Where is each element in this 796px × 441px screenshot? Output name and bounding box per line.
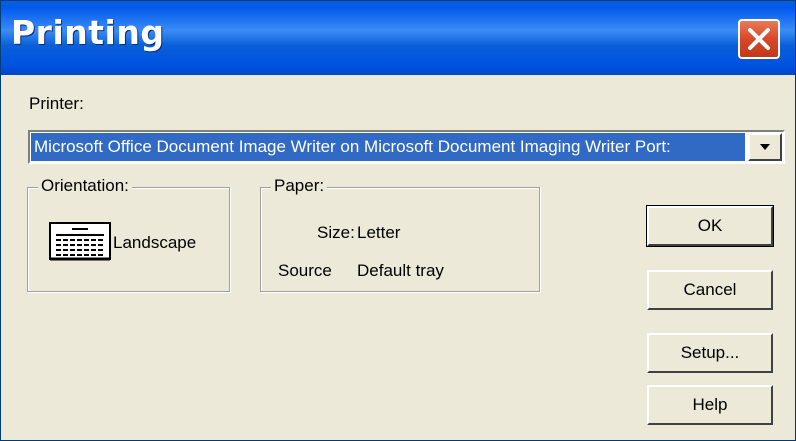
setup-button[interactable]: Setup... xyxy=(647,333,773,373)
printing-dialog: Printing Printer: Microsoft Office Docum… xyxy=(0,0,796,441)
paper-group: Paper: Size: Letter Source Default tray xyxy=(260,176,540,292)
printer-dropdown-button[interactable] xyxy=(748,133,782,161)
paper-size-value: Letter xyxy=(357,223,401,242)
help-button[interactable]: Help xyxy=(647,385,773,425)
orientation-group-title: Orientation: xyxy=(38,176,132,196)
orientation-group: Orientation: Landscape xyxy=(27,176,230,292)
paper-source-value: Default tray xyxy=(357,261,444,280)
orientation-value: Landscape xyxy=(113,233,197,252)
paper-group-title: Paper: xyxy=(271,176,328,196)
close-icon xyxy=(748,28,770,50)
printer-selected-value[interactable]: Microsoft Office Document Image Writer o… xyxy=(31,133,745,161)
ok-button[interactable]: OK xyxy=(646,205,774,247)
window-title: Printing xyxy=(11,13,165,52)
printer-label: Printer: xyxy=(29,94,84,113)
paper-source-label: Source xyxy=(278,261,332,280)
title-bar[interactable]: Printing xyxy=(1,1,795,75)
chevron-down-icon xyxy=(760,144,770,150)
dialog-body: Printer: Microsoft Office Document Image… xyxy=(1,75,795,440)
close-button[interactable] xyxy=(738,19,780,59)
cancel-button[interactable]: Cancel xyxy=(647,270,773,310)
landscape-page-icon xyxy=(49,222,111,261)
printer-select[interactable]: Microsoft Office Document Image Writer o… xyxy=(28,130,785,164)
paper-size-label: Size: xyxy=(317,223,355,242)
